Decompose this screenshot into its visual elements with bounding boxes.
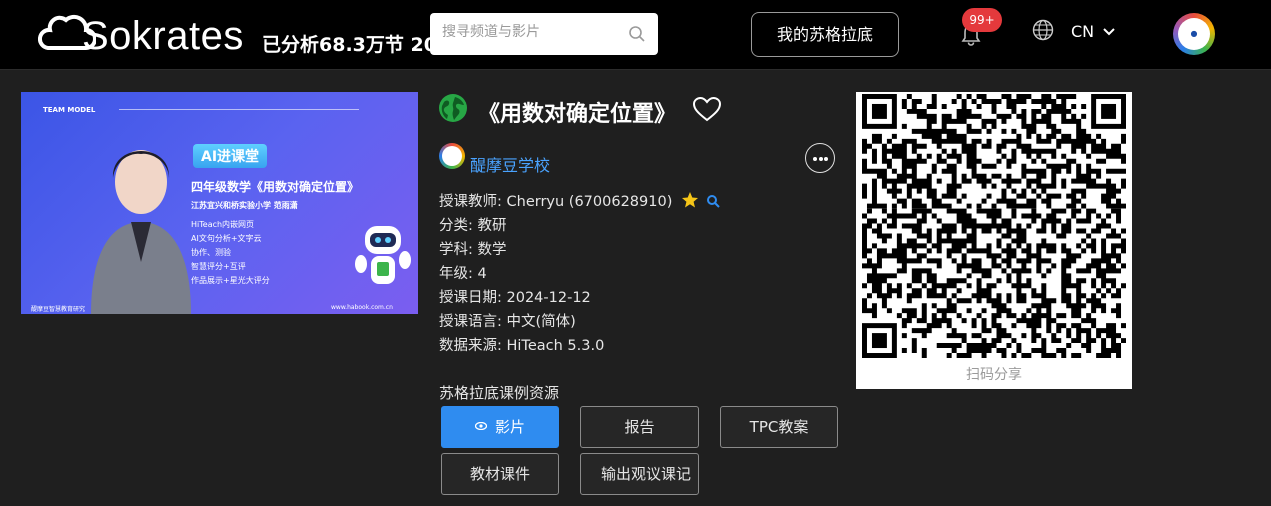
materials-button[interactable]: 教材课件 xyxy=(441,453,559,495)
resources-heading: 苏格拉底课例资源 xyxy=(439,384,560,402)
eye-icon xyxy=(474,422,487,430)
video-button[interactable]: 影片 xyxy=(441,406,559,448)
notification-badge: 99+ xyxy=(962,8,1002,32)
teacher-value: Cherryu (6700628910) xyxy=(506,194,673,210)
more-dot-icon xyxy=(824,157,828,161)
thumbnail-brand: TEAM MODEL xyxy=(43,106,96,114)
more-dot-icon xyxy=(818,157,823,161)
search-icon[interactable] xyxy=(628,25,646,43)
more-options-button[interactable] xyxy=(805,143,835,173)
analyzed-count: 已分析68.3万节 20 xyxy=(262,34,430,56)
search-teacher-icon[interactable] xyxy=(706,194,720,208)
thumbnail-headline: 四年级数学《用数对确定位置》 xyxy=(191,180,360,194)
category-row: 分类: 教研 xyxy=(439,214,720,238)
export-observation-button[interactable]: 输出观议课记 xyxy=(580,453,699,495)
subject-row: 学科: 数学 xyxy=(439,238,720,262)
thumbnail-footer-left: 醍摩豆智慧教育研究 xyxy=(31,306,86,313)
school-logo-icon xyxy=(439,143,465,169)
chevron-down-icon[interactable] xyxy=(1103,27,1115,37)
user-avatar[interactable]: ● xyxy=(1173,13,1215,55)
date-label: 授课日期: xyxy=(439,290,502,306)
list-item: 协作、测验 xyxy=(191,248,231,257)
thumbnail-tag: AI进课堂 xyxy=(193,144,268,168)
teacher-label: 授课教师: xyxy=(439,194,502,210)
search-input[interactable] xyxy=(442,24,622,40)
date-value: 2024-12-12 xyxy=(506,290,591,306)
list-item: AI文句分析+文字云 xyxy=(191,234,262,243)
video-thumbnail[interactable]: TEAM MODEL AI进课堂 四年级数学《用数对确定位置》 江苏宜兴和桥实验… xyxy=(21,92,418,314)
subject-value: 数学 xyxy=(477,242,507,258)
search-box[interactable] xyxy=(430,13,658,55)
thumbnail-footer-right: www.habook.com.cn xyxy=(331,304,393,311)
qr-caption: 扫码分享 xyxy=(966,367,1022,383)
robot-mascot-icon xyxy=(355,226,411,284)
list-item: 智慧评分+互评 xyxy=(191,262,246,271)
star-icon xyxy=(681,192,698,208)
favorite-heart-icon[interactable] xyxy=(692,96,722,122)
top-navigation-bar: Sokrates 已分析68.3万节 20 我的苏格拉底 99+ CN ● xyxy=(0,0,1271,70)
category-label: 分类: xyxy=(439,218,473,234)
avatar-logo-icon: ● xyxy=(1178,18,1210,50)
school-link[interactable]: 醍摩豆学校 xyxy=(470,152,550,176)
qr-code-icon[interactable] xyxy=(862,94,1126,358)
logo-wordmark: Sokrates xyxy=(82,14,244,58)
date-row: 授课日期: 2024-12-12 xyxy=(439,286,720,310)
tpc-lesson-plan-button[interactable]: TPC教案 xyxy=(720,406,838,448)
language-row: 授课语言: 中文(简体) xyxy=(439,310,720,334)
more-dot-icon xyxy=(813,157,817,161)
lesson-title: 《用数对确定位置》 xyxy=(478,102,677,127)
qr-share-panel: 扫码分享 xyxy=(856,92,1132,389)
grade-label: 年级: xyxy=(439,266,473,282)
language-label: 授课语言: xyxy=(439,314,502,330)
language-selector[interactable]: CN xyxy=(1071,22,1094,41)
source-value: HiTeach 5.3.0 xyxy=(506,338,605,354)
globe-icon[interactable] xyxy=(1032,19,1054,41)
source-row: 数据来源: HiTeach 5.3.0 xyxy=(439,334,720,358)
thumbnail-feature-list: HiTeach内嵌网页 AI文句分析+文字云 协作、测验 智慧评分+互评 作品展… xyxy=(191,218,270,288)
report-button[interactable]: 报告 xyxy=(580,406,699,448)
lesson-metadata: 授课教师: Cherryu (6700628910) 分类: 教研 学科: 数学… xyxy=(439,190,720,358)
list-item: 作品展示+星光大评分 xyxy=(191,276,270,285)
my-sokrates-button[interactable]: 我的苏格拉底 xyxy=(751,12,899,57)
teacher-image-icon xyxy=(91,150,191,314)
grade-row: 年级: 4 xyxy=(439,262,720,286)
list-item: HiTeach内嵌网页 xyxy=(191,220,255,229)
thumbnail-school-teacher: 江苏宜兴和桥实验小学 范雨潇 xyxy=(191,201,298,210)
video-button-label: 影片 xyxy=(494,418,525,436)
subject-label: 学科: xyxy=(439,242,473,258)
grade-value: 4 xyxy=(477,266,487,282)
source-label: 数据来源: xyxy=(439,338,502,354)
teacher-row: 授课教师: Cherryu (6700628910) xyxy=(439,190,720,214)
thumbnail-divider xyxy=(119,109,359,110)
category-value: 教研 xyxy=(477,218,507,234)
language-value: 中文(简体) xyxy=(506,314,576,330)
sokrates-logo[interactable]: Sokrates xyxy=(38,8,258,58)
public-globe-icon xyxy=(439,94,467,122)
